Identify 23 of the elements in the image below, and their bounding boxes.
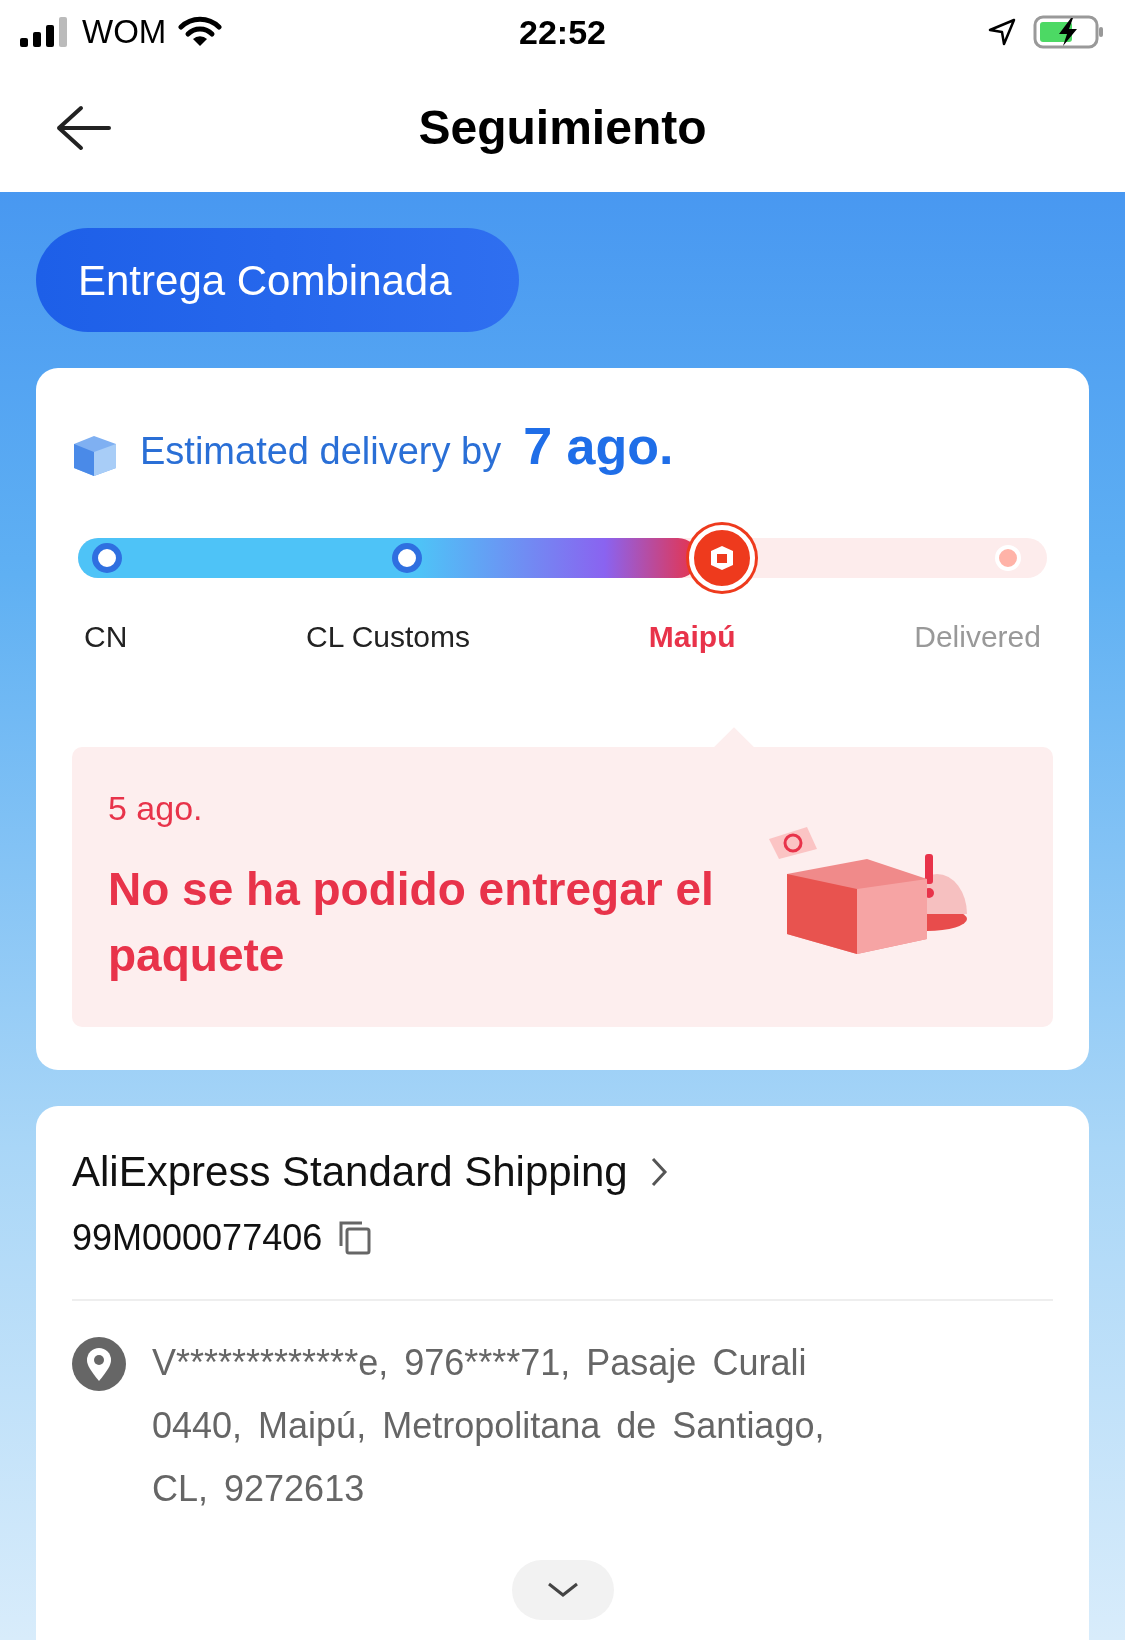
event-message: No se ha podido entregar el paquete [108,862,715,983]
stage-label: Delivered [914,619,1041,655]
location-arrow-icon [987,17,1017,47]
chevron-down-icon [545,1581,580,1599]
box-icon [72,434,118,478]
copy-icon[interactable] [338,1220,373,1256]
wifi-icon [178,16,223,48]
carrier-name: WOM [82,12,167,53]
stage-label: CL Customs [306,619,471,655]
stage-label: CN [84,619,128,655]
location-pin-icon [72,1337,126,1391]
chevron-right-icon [649,1155,668,1188]
combined-delivery-badge: Entrega Combinada [36,228,519,332]
tracking-number: 99M000077406 [72,1216,323,1260]
stage-label: Maipú [648,619,736,655]
delivery-address: V*************e, 976****71, Pasaje Curali 0440, Maipú, Metropolitana de Santiago, CL, 9272613 [152,1341,826,1511]
estimated-delivery-label: Estimated delivery by [140,429,502,474]
event-date: 5 ago. [108,788,204,829]
clock-time: 22:52 [519,11,606,53]
signal-icon [20,16,70,48]
battery-charging-icon [1033,14,1105,50]
shipping-method-link[interactable]: AliExpress Standard Shipping [72,1140,668,1203]
page-title: Seguimiento [418,100,707,156]
